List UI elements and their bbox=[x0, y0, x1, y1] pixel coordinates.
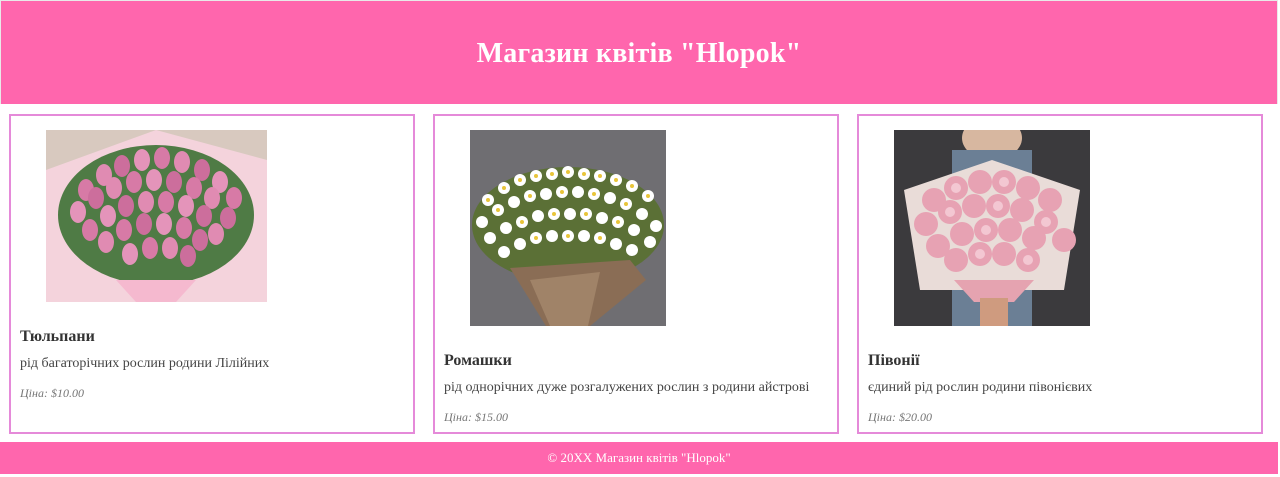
tulips-image bbox=[46, 130, 267, 302]
site-title: Магазин квітів "Hlopok" bbox=[476, 37, 802, 69]
product-grid: Тюльпани рід багаторічних рослин родини … bbox=[0, 104, 1280, 440]
site-footer: © 20XX Магазин квітів "Hlopok" bbox=[0, 442, 1278, 474]
product-description: рід однорічних дуже розгалужених рослин … bbox=[444, 380, 810, 395]
product-name: Ромашки bbox=[444, 352, 512, 369]
footer-copyright: © 20XX Магазин квітів "Hlopok" bbox=[547, 450, 731, 465]
product-price: Ціна: $10.00 bbox=[20, 386, 84, 400]
product-name: Півонії bbox=[868, 352, 920, 369]
site-header: Магазин квітів "Hlopok" bbox=[0, 0, 1278, 104]
product-card-peonies: Півонії єдиний рід рослин родини півоніє… bbox=[857, 114, 1263, 434]
peonies-image bbox=[894, 130, 1090, 326]
product-description: рід багаторічних рослин родини Лілійних bbox=[20, 356, 270, 371]
product-card-tulips: Тюльпани рід багаторічних рослин родини … bbox=[9, 114, 415, 434]
product-price: Ціна: $15.00 bbox=[444, 410, 508, 424]
product-card-chamomile: Ромашки рід однорічних дуже розгалужених… bbox=[433, 114, 839, 434]
product-name: Тюльпани bbox=[20, 328, 95, 345]
chamomile-image bbox=[470, 130, 666, 326]
product-description: єдиний рід рослин родини півонієвих bbox=[868, 380, 1093, 395]
product-price: Ціна: $20.00 bbox=[868, 410, 932, 424]
